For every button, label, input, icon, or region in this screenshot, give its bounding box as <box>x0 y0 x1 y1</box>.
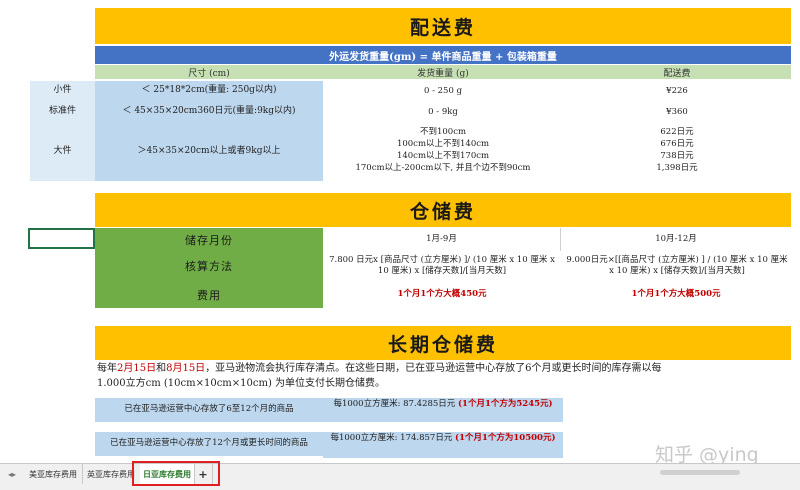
shipping-title: 配送费 <box>95 8 791 44</box>
fee-large-3: 738日元 <box>660 150 694 161</box>
size-standard: ＜ 45×35×20cm360日元(重量:9kg以内) <box>95 101 323 123</box>
weight-small: 0 - 250 g <box>423 85 463 96</box>
para-text-b: 和 <box>156 363 167 374</box>
storage-label-month: 储存月份 <box>95 228 323 251</box>
longterm-paragraph-line1: 每年2月15日和8月15日，亚马逊物流会执行库存清点。在这些日期，已在亚马逊运营… <box>97 361 797 377</box>
tab-scroll-icon[interactable]: ◂▸ <box>0 467 24 481</box>
longterm-fee-12plus: 每1000立方厘米: 174.857日元 (1个月1个方为10500元) <box>323 432 563 458</box>
longterm-fee-12plus-note: (1个月1个方为10500元) <box>455 433 556 443</box>
fee-standard: ¥360 <box>666 106 688 117</box>
weight-large-1: 不到100cm <box>419 126 467 137</box>
fee-large-2: 676日元 <box>660 138 694 149</box>
longterm-label-6-12: 已在亚马逊运营中心存放了6至12个月的商品 <box>95 398 323 422</box>
date-aug: 8月15日 <box>166 363 206 374</box>
fee-large-4: 1,398日元 <box>656 162 698 173</box>
row-label-small: 小件 <box>30 81 95 101</box>
watermark: 知乎 @ying <box>655 444 759 466</box>
shipping-formula: 外运发货重量(gm) = 单件商品重量 + 包装箱重量 <box>95 46 791 64</box>
selected-cell[interactable] <box>28 228 95 249</box>
longterm-fee-12plus-text: 每1000立方厘米: 174.857日元 <box>330 433 453 443</box>
para-text-a: 每年 <box>97 363 117 374</box>
header-weight: 发货重量 (g) <box>323 65 563 79</box>
fee-large-1: 622日元 <box>660 126 694 137</box>
longterm-title: 长期仓储费 <box>95 326 791 360</box>
storage-method-1: 7.800 日元x [商品尺寸 (立方厘米) ]/ (10 厘米 x 10 厘米… <box>329 255 555 276</box>
storage-label-fee: 费用 <box>95 281 323 308</box>
weight-large-2: 100cm以上不到140cm <box>396 138 490 149</box>
size-small: ＜ 25*18*2cm(重量: 250g以内) <box>95 81 323 101</box>
longterm-fee-6-12-note: (1个月1个方为5245元) <box>458 399 553 409</box>
storage-month-1: 1月-9月 <box>323 228 561 251</box>
storage-title: 仓储费 <box>95 193 791 227</box>
longterm-fee-6-12-text: 每1000立方厘米: 87.4285日元 <box>333 399 456 409</box>
tab-us-storage[interactable]: 美亚库存费用 <box>24 464 83 484</box>
highlight-box <box>132 461 220 486</box>
weight-large-4: 170cm以上-200cm以下, 并且个边不到90cm <box>355 162 531 173</box>
row-label-standard: 标准件 <box>30 101 95 123</box>
sheet-tab-bar: ◂▸ 美亚库存费用 英亚库存费用 日亚库存费用 + <box>0 463 800 490</box>
header-fee: 配送费 <box>563 65 791 79</box>
fee-small: ¥226 <box>666 85 688 96</box>
row-label-large: 大件 <box>30 123 95 181</box>
weight-large-3: 140cm以上不到170cm <box>396 150 490 161</box>
longterm-paragraph-line2: 1.000立方cm (10cm×10cm×10cm) 为单位支付长期仓储费。 <box>97 378 386 389</box>
storage-label-method: 核算方法 <box>95 251 323 281</box>
storage-fee-1: 1个月1个方大概450元 <box>397 289 487 300</box>
date-feb: 2月15日 <box>117 363 157 374</box>
longterm-label-12plus: 已在亚马逊运营中心存放了12个月或更长时间的商品 <box>95 432 323 456</box>
header-size: 尺寸 (cm) <box>95 65 323 79</box>
para-text-c: ，亚马逊物流会执行库存清点。在这些日期，已在亚马逊运营中心存放了6个月或更长时间… <box>205 363 662 374</box>
storage-method-2: 9.000日元×[[商品尺寸 (立方厘米) ] / (10 厘米 x 10 厘米… <box>566 255 788 276</box>
horizontal-scrollbar[interactable] <box>660 470 740 475</box>
weight-standard: 0 - 9kg <box>428 106 458 117</box>
size-large: ＞45×35×20cm以上或者9kg以上 <box>95 123 323 181</box>
storage-fee-2: 1个月1个方大概500元 <box>631 289 721 300</box>
storage-month-2: 10月-12月 <box>655 234 697 245</box>
longterm-fee-6-12: 每1000立方厘米: 87.4285日元 (1个月1个方为5245元) <box>323 398 563 422</box>
